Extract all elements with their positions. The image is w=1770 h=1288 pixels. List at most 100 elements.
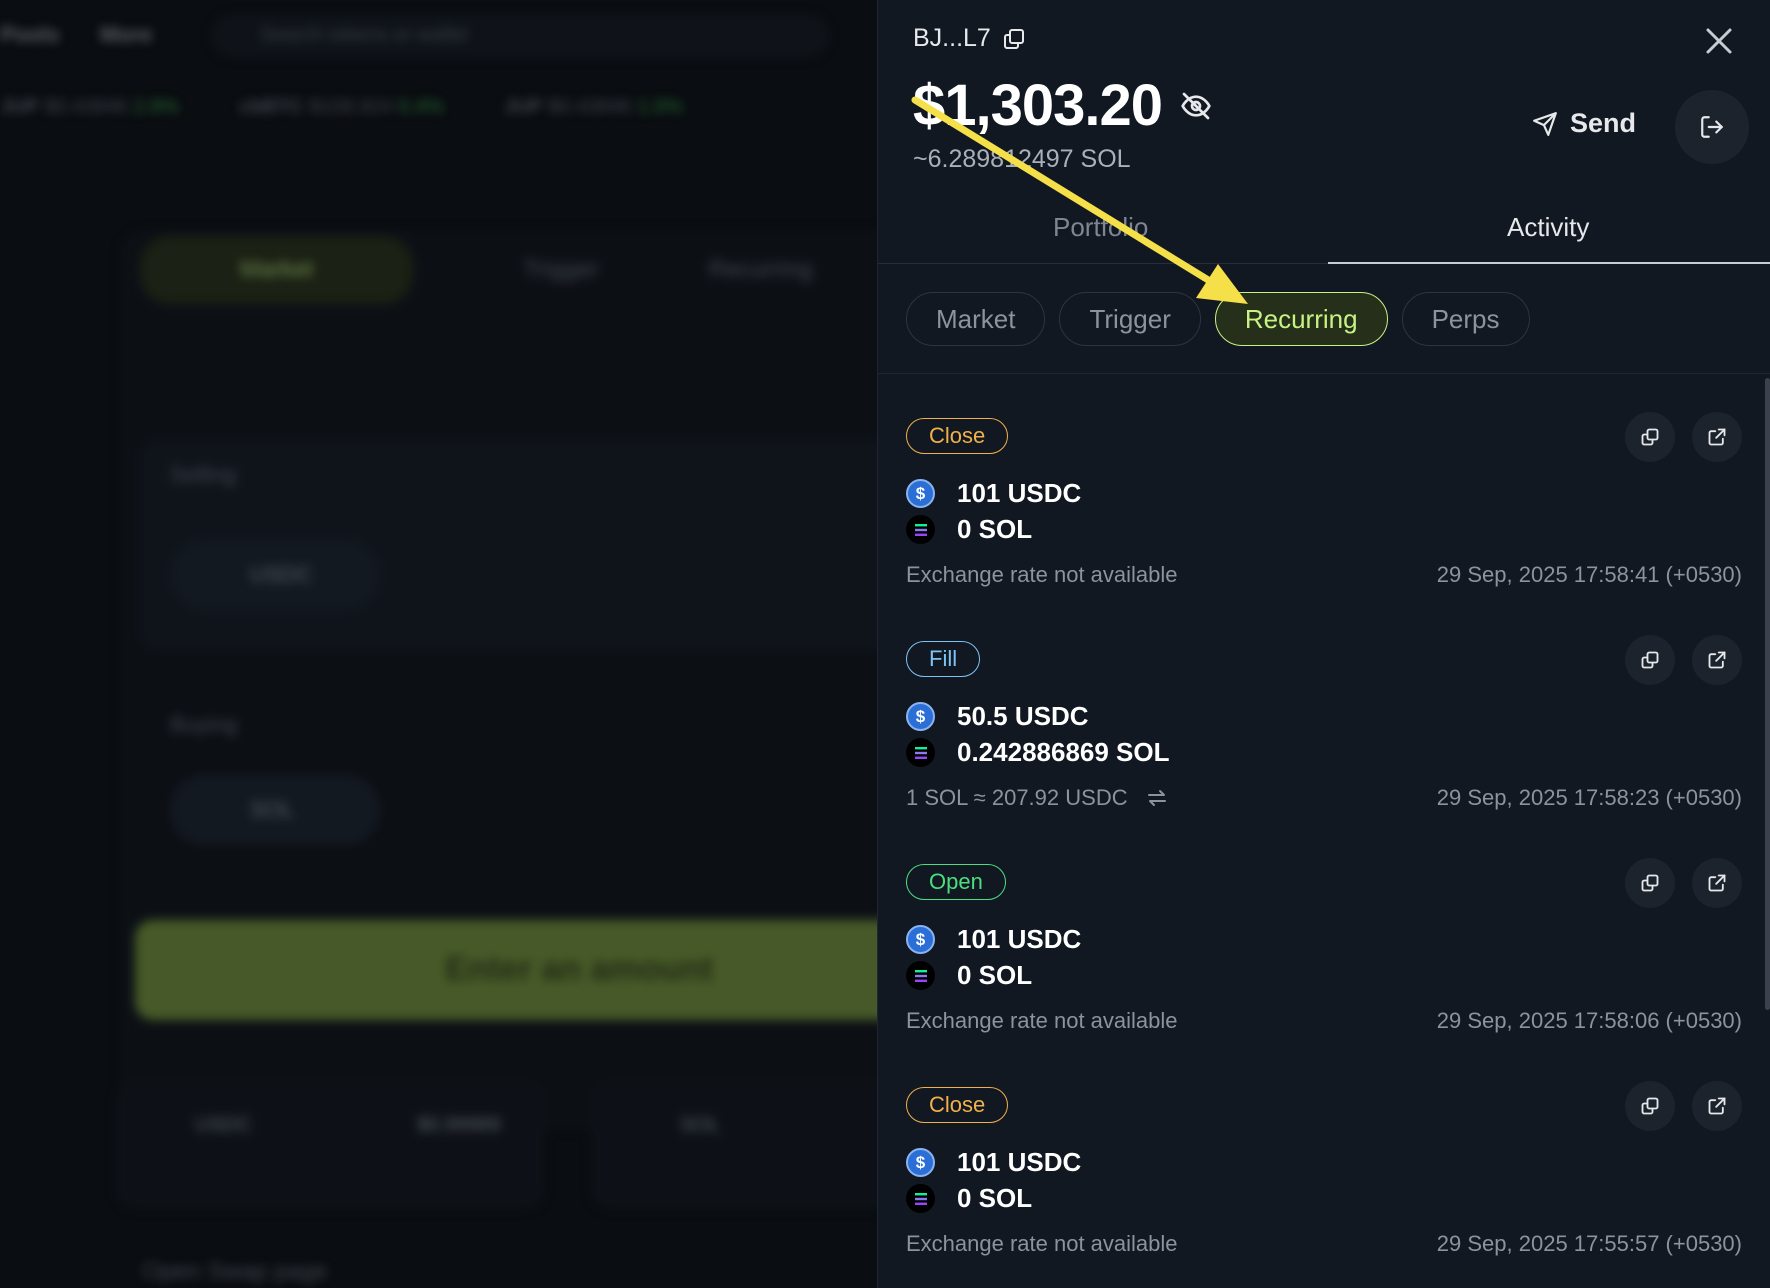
nav-item[interactable]: More bbox=[100, 22, 153, 48]
wallet-panel: BJ...L7 $1,303.20 ~6.289812497 SOL Send … bbox=[877, 0, 1770, 1288]
timestamp: 29 Sep, 2025 17:55:57 (+0530) bbox=[1436, 1231, 1742, 1256]
timestamp: 29 Sep, 2025 17:58:06 (+0530) bbox=[1436, 1008, 1742, 1033]
ticker-item: JUP $0.43846 1.0% bbox=[503, 96, 683, 118]
open-explorer-button[interactable] bbox=[1692, 858, 1742, 908]
background-search-input[interactable]: Search tokens or wallet bbox=[210, 14, 830, 58]
token-card-sol[interactable]: SOL bbox=[590, 1080, 877, 1210]
to-token-row: 0 SOL bbox=[906, 514, 1032, 545]
copy-tx-button[interactable] bbox=[1625, 858, 1675, 908]
copy-tx-button[interactable] bbox=[1625, 635, 1675, 685]
activity-item: Open $ 101 USDC 0 SOL Exchange rate not … bbox=[906, 858, 1742, 1064]
background-nav: Pools More bbox=[0, 22, 152, 48]
status-badge: Close bbox=[906, 1087, 1009, 1123]
status-badge: Close bbox=[906, 418, 1009, 454]
exchange-rate: Exchange rate not available bbox=[906, 562, 1178, 587]
usdc-token-icon: $ bbox=[906, 479, 935, 508]
filter-trigger[interactable]: Trigger bbox=[1059, 292, 1201, 346]
to-token-row: 0 SOL bbox=[906, 1183, 1032, 1214]
usdc-token-icon: $ bbox=[906, 702, 935, 731]
to-amount: 0 SOL bbox=[957, 514, 1033, 544]
active-tab-indicator bbox=[1328, 262, 1770, 264]
balance-value: $1,303.20 bbox=[913, 73, 1163, 138]
copy-icon bbox=[1640, 650, 1660, 670]
timestamp: 29 Sep, 2025 17:58:23 (+0530) bbox=[1436, 785, 1742, 810]
activity-item: Close $ 101 USDC 0 SOL Exchange rate not… bbox=[906, 412, 1742, 618]
sell-token-selector[interactable]: USDC bbox=[170, 540, 380, 610]
swap-tab-trigger[interactable]: Trigger bbox=[523, 256, 598, 304]
copy-tx-button[interactable] bbox=[1625, 412, 1675, 462]
token-card-usdc[interactable]: USDC $0.99989 bbox=[115, 1080, 545, 1210]
buying-label: Buying bbox=[170, 712, 238, 737]
external-link-icon bbox=[1707, 427, 1727, 447]
buy-token-selector[interactable]: SOL bbox=[170, 775, 380, 845]
background-app: Pools More Search tokens or wallet JUP $… bbox=[0, 0, 877, 1288]
send-label: Send bbox=[1570, 108, 1637, 138]
copy-tx-button[interactable] bbox=[1625, 1081, 1675, 1131]
sol-token-icon bbox=[906, 515, 935, 544]
close-icon[interactable] bbox=[1702, 24, 1736, 58]
tab-activity[interactable]: Activity bbox=[1507, 212, 1589, 243]
from-amount: 101 USDC bbox=[957, 1147, 1082, 1177]
selling-label: Selling bbox=[170, 462, 237, 487]
scrollbar[interactable] bbox=[1765, 378, 1770, 1010]
from-token-row: $ 101 USDC bbox=[906, 924, 1081, 955]
sol-token-icon bbox=[906, 961, 935, 990]
copy-icon bbox=[1640, 427, 1660, 447]
logout-button[interactable] bbox=[1675, 90, 1749, 164]
from-token-row: $ 50.5 USDC bbox=[906, 701, 1089, 732]
to-amount: 0 SOL bbox=[957, 960, 1033, 990]
wallet-address: BJ...L7 bbox=[913, 24, 991, 52]
from-amount: 101 USDC bbox=[957, 924, 1082, 954]
to-token-row: 0 SOL bbox=[906, 960, 1032, 991]
open-explorer-button[interactable] bbox=[1692, 412, 1742, 462]
usdc-token-icon: $ bbox=[906, 1148, 935, 1177]
panel-main-tabs: Portfolio Activity bbox=[878, 200, 1770, 264]
wallet-address-row: BJ...L7 bbox=[913, 24, 1027, 53]
to-amount: 0 SOL bbox=[957, 1183, 1033, 1213]
open-swap-page-link[interactable]: Open Swap page bbox=[142, 1258, 327, 1286]
filter-market[interactable]: Market bbox=[906, 292, 1046, 346]
open-explorer-button[interactable] bbox=[1692, 1081, 1742, 1131]
activity-filter-tabs: Market Trigger Recurring Perps bbox=[906, 292, 1530, 346]
status-badge: Open bbox=[906, 864, 1006, 900]
filter-recurring[interactable]: Recurring bbox=[1214, 292, 1388, 346]
to-amount: 0.242886869 SOL bbox=[957, 737, 1170, 767]
external-link-icon bbox=[1707, 650, 1727, 670]
external-link-icon bbox=[1707, 873, 1727, 893]
copy-icon[interactable] bbox=[1001, 26, 1027, 52]
activity-item: Fill $ 50.5 USDC 0.242886869 SOL 1 SOL ≈… bbox=[906, 635, 1742, 841]
from-token-row: $ 101 USDC bbox=[906, 1147, 1081, 1178]
eye-off-icon[interactable] bbox=[1180, 90, 1212, 122]
status-badge: Fill bbox=[906, 641, 981, 677]
ticker-item: JUP $0.43846 2.8% bbox=[0, 96, 180, 118]
activity-item: Close $ 101 USDC 0 SOL Exchange rate not… bbox=[906, 1081, 1742, 1287]
enter-amount-button[interactable]: Enter an amount bbox=[135, 920, 877, 1020]
sol-token-icon bbox=[906, 738, 935, 767]
from-amount: 101 USDC bbox=[957, 478, 1082, 508]
from-token-row: $ 101 USDC bbox=[906, 478, 1081, 509]
usdc-token-icon: $ bbox=[906, 925, 935, 954]
copy-icon bbox=[1640, 873, 1660, 893]
swap-mode-tabs: Market Trigger Recurring bbox=[140, 236, 813, 304]
nav-item[interactable]: Pools bbox=[0, 22, 60, 48]
exchange-rate: Exchange rate not available bbox=[906, 1008, 1178, 1033]
send-icon bbox=[1532, 111, 1558, 137]
copy-icon bbox=[1640, 1096, 1660, 1116]
swap-tab-market[interactable]: Market bbox=[140, 236, 414, 304]
sol-balance: ~6.289812497 SOL bbox=[913, 145, 1131, 173]
sol-token-icon bbox=[906, 1184, 935, 1213]
timestamp: 29 Sep, 2025 17:58:41 (+0530) bbox=[1436, 562, 1742, 587]
filter-perps[interactable]: Perps bbox=[1401, 292, 1530, 346]
exchange-rate: 1 SOL ≈ 207.92 USDC bbox=[906, 785, 1168, 811]
logout-icon bbox=[1699, 114, 1725, 140]
ticker-item: cbBTC $109,924 0.4% bbox=[239, 96, 444, 118]
from-amount: 50.5 USDC bbox=[957, 701, 1089, 731]
swap-arrows-icon[interactable] bbox=[1146, 789, 1168, 807]
wallet-balance: $1,303.20 bbox=[913, 72, 1212, 139]
to-token-row: 0.242886869 SOL bbox=[906, 737, 1170, 768]
open-explorer-button[interactable] bbox=[1692, 635, 1742, 685]
send-button[interactable]: Send bbox=[1532, 108, 1636, 139]
tab-portfolio[interactable]: Portfolio bbox=[1053, 212, 1148, 243]
divider bbox=[878, 373, 1770, 374]
swap-tab-recurring[interactable]: Recurring bbox=[709, 256, 813, 304]
